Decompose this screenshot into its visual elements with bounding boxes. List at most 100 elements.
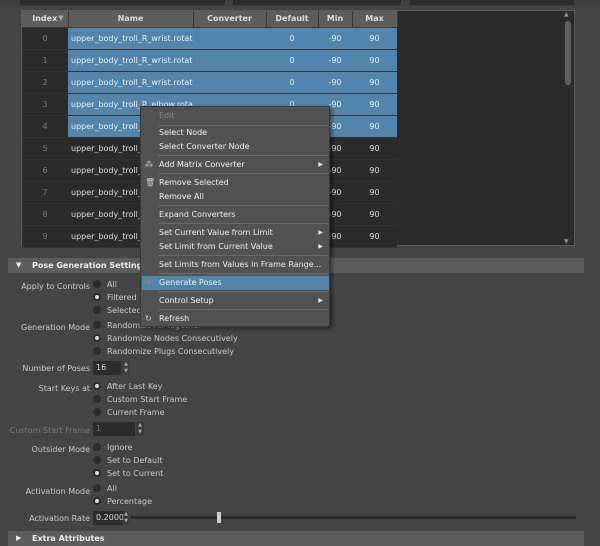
table-vertical-scrollbar[interactable]: ▲ ▼ <box>563 11 573 245</box>
row-name: upper_body_troll_R_wrist.rotateZ <box>68 71 193 94</box>
radio-apply-selected[interactable] <box>93 306 101 314</box>
menu-separator <box>158 309 328 310</box>
radio-start-custom-frame[interactable] <box>93 395 101 403</box>
menu-separator <box>158 255 328 256</box>
row-max: 90 <box>352 93 397 116</box>
radio-activation-percentage-label: Percentage <box>107 497 153 506</box>
menu-separator <box>158 155 328 156</box>
table-header-row: Index ▼ Name Converter Default Min Max <box>22 11 398 28</box>
menu-item-label: Remove Selected <box>159 178 229 187</box>
menu-item-label: Set Current Value from Limit <box>159 228 273 237</box>
radio-start-custom-frame-label: Custom Start Frame <box>107 395 188 404</box>
activation-rate-slider-handle[interactable] <box>217 512 221 523</box>
row-max: 90 <box>352 225 397 248</box>
row-index: 5 <box>22 137 68 160</box>
menu-item-select-converter-node[interactable]: Select Converter Node <box>142 140 329 154</box>
row-max: 90 <box>352 49 397 72</box>
row-default: 0 <box>266 27 318 50</box>
menu-separator <box>158 273 328 274</box>
trash-icon: 🗑 <box>145 178 156 187</box>
custom-start-frame-field: 1 <box>93 422 135 436</box>
refresh-icon: ↻ <box>145 314 152 323</box>
number-of-poses-spinner[interactable]: ▲ ▼ <box>122 361 130 375</box>
submenu-arrow-icon: ▶ <box>318 297 323 304</box>
row-converter <box>193 49 266 72</box>
section-title: Pose Generation Settings <box>32 261 148 270</box>
table-row[interactable]: 0 upper_body_troll_R_wrist.rotateX 0 -90… <box>22 27 397 50</box>
radio-start-current-frame[interactable] <box>93 408 101 416</box>
radio-outsider-current[interactable] <box>93 469 101 477</box>
radio-mode-plugs[interactable] <box>93 347 101 355</box>
column-header-converter[interactable]: Converter <box>193 11 267 28</box>
row-name: upper_body_troll_R_wrist.rotateX <box>68 27 193 50</box>
menu-item-set-current-from-limit[interactable]: Set Current Value from Limit ▶ <box>142 226 329 240</box>
menu-item-label: Refresh <box>159 314 190 323</box>
row-min: -90 <box>318 71 352 94</box>
radio-outsider-current-label: Set to Current <box>107 469 164 478</box>
radio-mode-all-together[interactable] <box>93 321 101 329</box>
scroll-down-icon[interactable]: ▼ <box>564 238 569 245</box>
outsider-mode-label: Outsider Mode <box>31 445 90 454</box>
radio-activation-all[interactable] <box>93 484 101 492</box>
menu-item-set-limits-frame-range[interactable]: Set Limits from Values in Frame Range... <box>142 258 329 272</box>
activation-mode-label: Activation Mode <box>25 487 90 496</box>
generation-mode-label: Generation Mode <box>21 323 90 332</box>
custom-start-frame-label: Custom Start Frame <box>9 426 90 435</box>
activation-rate-slider[interactable] <box>130 516 576 519</box>
running-figure-icon: ✶ <box>145 278 152 287</box>
activation-rate-spinner[interactable]: ▲ ▼ <box>123 511 129 525</box>
apply-to-controls-label: Apply to Controls <box>21 282 90 291</box>
column-header-default[interactable]: Default <box>266 11 319 28</box>
menu-item-control-setup[interactable]: Control Setup ▶ <box>142 294 329 308</box>
menu-item-generate-poses[interactable]: ✶ Generate Poses <box>142 276 329 290</box>
column-header-name[interactable]: Name <box>68 11 194 28</box>
menu-separator <box>158 291 328 292</box>
extra-attributes-section-header[interactable]: ▶ Extra Attributes <box>8 531 584 546</box>
number-of-poses-field[interactable]: 16 <box>93 361 121 375</box>
scrollbar-thumb[interactable] <box>565 21 571 85</box>
row-max: 90 <box>352 115 397 138</box>
top-tab-left <box>20 0 225 5</box>
menu-item-remove-selected[interactable]: 🗑 Remove Selected <box>142 176 329 190</box>
row-max: 90 <box>352 27 397 50</box>
radio-apply-filtered[interactable] <box>93 293 101 301</box>
menu-item-refresh[interactable]: ↻ Refresh <box>142 312 329 326</box>
menu-item-expand-converters[interactable]: Expand Converters <box>142 208 329 222</box>
top-tab-middle <box>233 0 401 5</box>
menu-item-label: Set Limit from Current Value <box>159 242 273 251</box>
activation-rate-field[interactable]: 0.2000 <box>93 511 124 525</box>
column-header-min[interactable]: Min <box>318 11 353 28</box>
row-max: 90 <box>352 71 397 94</box>
menu-separator <box>158 205 328 206</box>
sort-arrow-icon: ▼ <box>58 14 64 22</box>
table-row[interactable]: 1 upper_body_troll_R_wrist.rotateY 0 -90… <box>22 49 397 72</box>
menu-separator <box>158 223 328 224</box>
menu-item-set-limit-from-current[interactable]: Set Limit from Current Value ▶ <box>142 240 329 254</box>
table-row[interactable]: 2 upper_body_troll_R_wrist.rotateZ 0 -90… <box>22 71 397 94</box>
radio-mode-nodes-label: Randomize Nodes Consecutively <box>107 334 238 343</box>
submenu-arrow-icon: ▶ <box>318 229 323 236</box>
column-header-index[interactable]: Index ▼ <box>22 11 69 28</box>
row-index: 9 <box>22 225 68 248</box>
radio-mode-nodes[interactable] <box>93 334 101 342</box>
menu-item-select-node[interactable]: Select Node <box>142 126 329 140</box>
top-tab-right <box>410 0 574 5</box>
radio-outsider-ignore-label: Ignore <box>107 443 133 452</box>
radio-apply-all[interactable] <box>93 280 101 288</box>
row-converter <box>193 27 266 50</box>
radio-outsider-ignore[interactable] <box>93 443 101 451</box>
matrix-converter-icon: ⁂ <box>145 160 153 169</box>
radio-activation-percentage[interactable] <box>93 497 101 505</box>
scroll-up-icon[interactable]: ▲ <box>564 11 569 18</box>
row-index: 2 <box>22 71 68 94</box>
menu-item-add-matrix-converter[interactable]: ⁂ Add Matrix Converter ▶ <box>142 158 329 172</box>
row-converter <box>193 71 266 94</box>
row-name: upper_body_troll_R_wrist.rotateY <box>68 49 193 72</box>
radio-outsider-default[interactable] <box>93 456 101 464</box>
row-index: 6 <box>22 159 68 182</box>
menu-item-remove-all[interactable]: Remove All <box>142 190 329 204</box>
column-header-max[interactable]: Max <box>352 11 398 28</box>
expand-triangle-icon: ▶ <box>16 534 22 542</box>
radio-start-after-last-key[interactable] <box>93 382 101 390</box>
collapse-triangle-icon: ▼ <box>16 261 22 269</box>
